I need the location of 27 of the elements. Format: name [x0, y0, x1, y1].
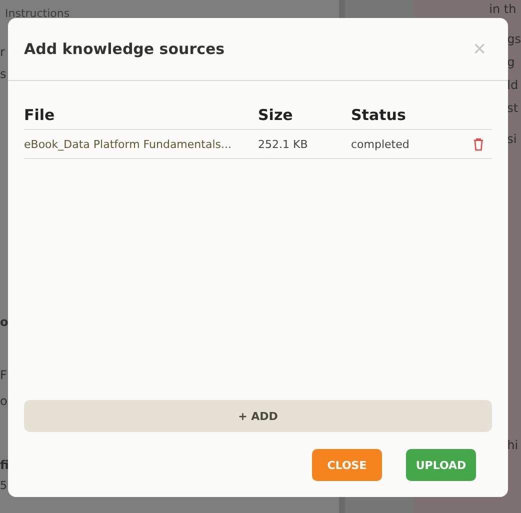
column-header: Size: [258, 106, 294, 124]
background-text: g: [507, 54, 515, 71]
background-text: st: [507, 100, 518, 117]
column-header: File: [24, 106, 56, 124]
column-header: Status: [351, 106, 407, 124]
background-text: r: [0, 44, 5, 61]
dialog-button[interactable]: UPLOAD: [406, 449, 476, 481]
background-text: F: [0, 367, 7, 384]
close-button[interactable]: ×: [473, 36, 486, 62]
background-text: si: [507, 131, 517, 148]
background-text: Instructions: [5, 6, 70, 22]
background-text: hi: [507, 437, 518, 454]
background-text: o: [0, 314, 8, 331]
background-text: in th: [489, 1, 516, 18]
trash-icon[interactable]: [473, 138, 484, 150]
background-text: o: [0, 393, 8, 410]
dialog-button[interactable]: CLOSE: [312, 449, 382, 481]
background-text: 5: [0, 478, 7, 494]
dialog-title: Add knowledge sources: [24, 40, 225, 58]
add-button[interactable]: + ADD: [24, 400, 492, 432]
background-text: fi: [0, 457, 9, 474]
background-text: s: [0, 66, 6, 83]
background-text: ld: [507, 77, 518, 94]
table-cell-text: completed: [351, 138, 410, 150]
table-cell-text: eBook_Data Platform Fundamentals...: [24, 138, 232, 150]
table-cell-text: 252.1 KB: [258, 138, 309, 150]
background-text: gs: [507, 31, 521, 48]
